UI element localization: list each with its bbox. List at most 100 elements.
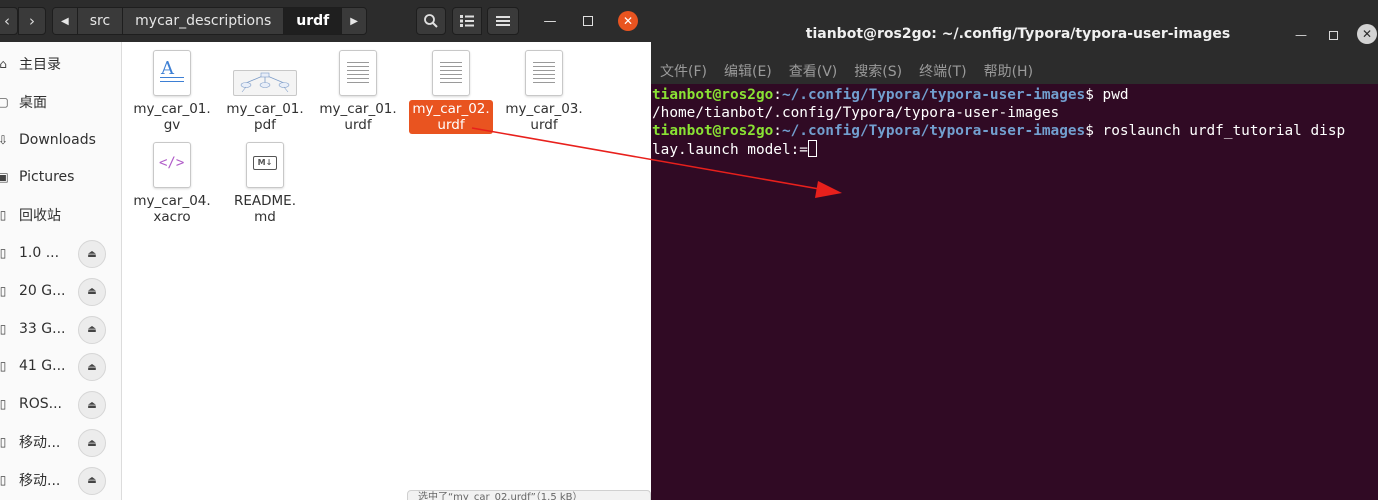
file-item[interactable]: Amy_car_01. gv bbox=[127, 50, 217, 134]
file-item[interactable]: my_car_02. urdf bbox=[406, 50, 496, 134]
file-grid: Amy_car_01. gv my_car_01. pdf my_car_01. u… bbox=[122, 42, 651, 500]
urdf-file-icon bbox=[432, 50, 470, 96]
file-name-label: my_car_02. urdf bbox=[409, 100, 493, 134]
close-button[interactable]: ✕ bbox=[618, 11, 638, 31]
xacro-file-icon: </> bbox=[153, 142, 191, 188]
eject-button[interactable]: ⏏ bbox=[78, 353, 106, 382]
maximize-button[interactable] bbox=[578, 11, 598, 31]
eject-button[interactable]: ⏏ bbox=[78, 240, 106, 268]
file-name-label: my_car_03. urdf bbox=[505, 101, 583, 133]
file-item[interactable]: my_car_03. urdf bbox=[499, 50, 589, 134]
menu-view[interactable]: 查看(V) bbox=[789, 61, 838, 81]
sidebar-item[interactable]: ▣ Pictures bbox=[0, 159, 122, 195]
sidebar-item[interactable]: ▯ 20 G... ⏏ bbox=[0, 273, 122, 309]
breadcrumb-src[interactable]: src bbox=[77, 8, 124, 34]
usb-drive-icon: ▯ bbox=[0, 321, 7, 336]
chevron-left-icon: ‹ bbox=[4, 12, 10, 30]
terminal-menubar: 文件(F) 编辑(E) 查看(V) 搜索(S) 终端(T) 帮助(H) bbox=[651, 58, 1378, 84]
folder-icon: ▢ bbox=[0, 94, 9, 109]
file-name-label: my_car_01. pdf bbox=[226, 101, 304, 133]
sidebar-item[interactable]: ⌂ 主目录 bbox=[0, 46, 122, 82]
menu-terminal[interactable]: 终端(T) bbox=[919, 61, 966, 81]
prompt-path: ~/.config/Typora/typora-user-images bbox=[781, 87, 1086, 103]
pdf-file-icon bbox=[233, 50, 297, 96]
eject-button[interactable]: ⏏ bbox=[78, 391, 106, 420]
eject-button[interactable]: ⏏ bbox=[78, 466, 106, 495]
sidebar-item[interactable]: ▯ 移动... ⏏ bbox=[0, 462, 122, 498]
path-scroll-right-button[interactable]: ▶ bbox=[342, 8, 366, 34]
sidebar-item[interactable]: ▯ 33 G... ⏏ bbox=[0, 311, 122, 347]
file-name-label: README. md bbox=[233, 193, 296, 225]
chevron-right-icon: › bbox=[29, 12, 35, 30]
breadcrumb-mycar-descriptions[interactable]: mycar_descriptions bbox=[123, 8, 285, 34]
file-name-label: my_car_01. gv bbox=[133, 101, 211, 133]
terminal-line: tianbot@ros2go:~/.config/Typora/typora-u… bbox=[652, 87, 1129, 103]
usb-drive-icon: ▯ bbox=[0, 283, 7, 298]
search-icon bbox=[424, 14, 438, 28]
eject-button[interactable]: ⏏ bbox=[78, 429, 106, 457]
path-bar: ◀ src mycar_descriptions urdf ▶ bbox=[52, 7, 367, 35]
menu-file[interactable]: 文件(F) bbox=[660, 61, 707, 81]
sidebar-item-label: Downloads bbox=[19, 131, 96, 148]
maximize-icon bbox=[1328, 30, 1338, 40]
terminal-output[interactable]: tianbot@ros2go:~/.config/Typora/typora-u… bbox=[651, 86, 1378, 159]
usb-drive-icon: ▯ bbox=[0, 435, 7, 449]
list-view-button[interactable] bbox=[452, 7, 482, 35]
sidebar-item-label: Pictures bbox=[19, 169, 75, 186]
file-item[interactable]: </> my_car_04. xacro bbox=[127, 142, 217, 226]
eject-button[interactable]: ⏏ bbox=[78, 277, 106, 306]
prompt-user: tianbot@ros2go bbox=[652, 123, 774, 139]
terminal-line: tianbot@ros2go:~/.config/Typora/typora-u… bbox=[652, 123, 1346, 139]
sidebar-item[interactable]: ▯ 41 G... ⏏ bbox=[0, 348, 122, 384]
close-icon: ✕ bbox=[1361, 27, 1373, 41]
sidebar-item[interactable]: ▯ 回收站 bbox=[0, 197, 122, 233]
file-manager-window: ‹ › ◀ src mycar_descriptions urdf ▶ — ✕ … bbox=[0, 0, 651, 500]
file-item[interactable]: M↓ README. md bbox=[220, 142, 310, 226]
path-scroll-left-button[interactable]: ◀ bbox=[53, 8, 78, 34]
menu-search[interactable]: 搜索(S) bbox=[854, 61, 902, 81]
usb-drive-icon: ▯ bbox=[0, 246, 7, 260]
eject-button[interactable]: ⏏ bbox=[78, 315, 106, 344]
maximize-icon bbox=[583, 16, 593, 26]
sidebar-item-label: 41 G... bbox=[19, 358, 66, 375]
urdf-file-icon bbox=[525, 50, 563, 96]
sidebar-item-label: 桌面 bbox=[19, 94, 47, 111]
terminal-window: tianbot@ros2go: ~/.config/Typora/typora-… bbox=[651, 0, 1378, 500]
sidebar-item-label: 移动... bbox=[19, 435, 61, 451]
md-file-icon: M↓ bbox=[246, 142, 284, 188]
minimize-icon: — bbox=[543, 13, 557, 29]
sidebar-item[interactable]: ▢ 桌面 bbox=[0, 84, 122, 120]
terminal-line: lay.launch model:= bbox=[652, 140, 1378, 159]
terminal-minimize-button[interactable]: — bbox=[1291, 26, 1311, 44]
trash-icon: ▯ bbox=[0, 208, 7, 223]
sidebar-item[interactable]: ▯ 移动... ⏏ bbox=[0, 424, 122, 460]
menu-help[interactable]: 帮助(H) bbox=[984, 61, 1033, 81]
hamburger-menu-button[interactable] bbox=[487, 7, 519, 35]
status-overlay: 选中了“my_car_02.urdf”（1.5 kB） bbox=[407, 490, 651, 500]
breadcrumb-urdf[interactable]: urdf bbox=[284, 8, 343, 34]
terminal-close-button[interactable]: ✕ bbox=[1357, 24, 1377, 44]
terminal-line: /home/tianbot/.config/Typora/typora-user… bbox=[652, 104, 1378, 122]
back-button[interactable]: ‹ bbox=[0, 7, 18, 35]
close-icon: ✕ bbox=[622, 14, 634, 28]
terminal-maximize-button[interactable] bbox=[1323, 26, 1343, 44]
sidebar-item[interactable]: ▯ 1.0 ... ⏏ bbox=[0, 235, 122, 271]
terminal-titlebar: tianbot@ros2go: ~/.config/Typora/typora-… bbox=[651, 0, 1378, 58]
file-item[interactable]: my_car_01. urdf bbox=[313, 50, 403, 134]
minimize-button[interactable]: — bbox=[540, 11, 560, 31]
sidebar-item-label: 33 G... bbox=[19, 320, 66, 337]
menu-edit[interactable]: 编辑(E) bbox=[724, 61, 772, 81]
sidebar-item[interactable]: ⇩ Downloads bbox=[0, 122, 122, 158]
file-name-label: my_car_04. xacro bbox=[133, 193, 211, 225]
prompt-path: ~/.config/Typora/typora-user-images bbox=[781, 123, 1086, 139]
sidebar-item[interactable]: ▯ ROS... ⏏ bbox=[0, 386, 122, 422]
urdf-file-icon bbox=[339, 50, 377, 96]
forward-button[interactable]: › bbox=[18, 7, 46, 35]
pictures-icon: ▣ bbox=[0, 170, 9, 185]
file-name-label: my_car_01. urdf bbox=[319, 101, 397, 133]
file-item[interactable]: my_car_01. pdf bbox=[220, 50, 310, 134]
triangle-right-icon: ▶ bbox=[350, 15, 358, 27]
command-text: pwd bbox=[1093, 87, 1129, 103]
search-button[interactable] bbox=[416, 7, 446, 35]
prompt-user: tianbot@ros2go bbox=[652, 87, 774, 103]
